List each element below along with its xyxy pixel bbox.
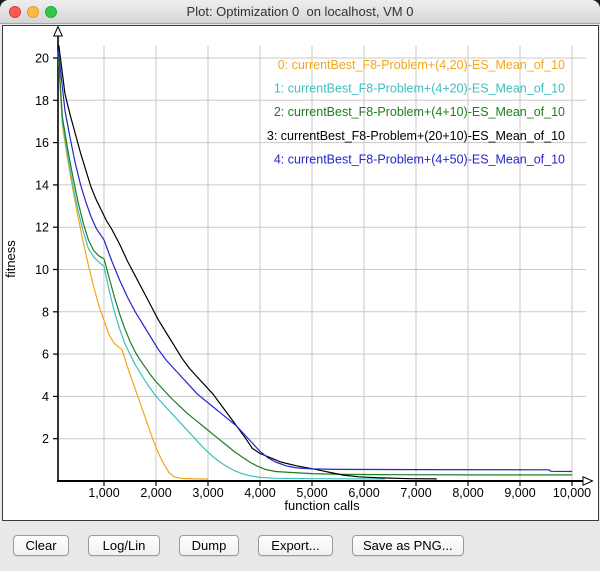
x-tick-label: 3,000 (192, 486, 223, 500)
x-tick-label: 10,000 (553, 486, 591, 500)
plot-toolbar: Clear Log/Lin Dump Export... Save as PNG… (13, 535, 464, 556)
clear-button[interactable]: Clear (13, 535, 69, 556)
save-as-png-button[interactable]: Save as PNG... (352, 535, 464, 556)
x-axis-arrow-icon (583, 477, 593, 485)
plot-panel: 24681012141618201,0002,0003,0004,0005,00… (2, 25, 599, 521)
y-tick-label: 4 (42, 390, 49, 404)
title-bar[interactable]: Plot: Optimization 0 on localhost, VM 0 (0, 0, 600, 24)
plot-canvas: 24681012141618201,0002,0003,0004,0005,00… (3, 26, 598, 520)
y-axis-title: fitness (3, 240, 18, 278)
x-tick-label: 7,000 (400, 486, 431, 500)
x-tick-label: 8,000 (452, 486, 483, 500)
dump-button[interactable]: Dump (179, 535, 239, 556)
legend-entry-4: 4: currentBest_F8-Problem+(4+50)-ES_Mean… (274, 152, 565, 166)
y-tick-label: 10 (35, 263, 49, 277)
y-tick-label: 20 (35, 52, 49, 66)
legend-entry-0: 0: currentBest_F8-Problem+(4,20)-ES_Mean… (278, 58, 565, 72)
export-button[interactable]: Export... (258, 535, 333, 556)
legend-entry-3: 3: currentBest_F8-Problem+(20+10)-ES_Mea… (267, 129, 565, 143)
y-tick-label: 14 (35, 178, 49, 192)
x-tick-label: 4,000 (244, 486, 275, 500)
x-tick-label: 9,000 (504, 486, 535, 500)
window-title: Plot: Optimization 0 on localhost, VM 0 (0, 0, 600, 23)
y-tick-label: 16 (35, 136, 49, 150)
plot-window: Plot: Optimization 0 on localhost, VM 0 … (0, 0, 600, 571)
y-tick-label: 2 (42, 432, 49, 446)
x-tick-label: 2,000 (140, 486, 171, 500)
series-line-0 (58, 52, 208, 479)
traffic-lights (9, 6, 57, 18)
x-tick-label: 1,000 (88, 486, 119, 500)
legend-entry-2: 2: currentBest_F8-Problem+(4+10)-ES_Mean… (274, 105, 565, 119)
y-tick-label: 6 (42, 348, 49, 362)
legend-entry-1: 1: currentBest_F8-Problem+(4+20)-ES_Mean… (274, 82, 565, 96)
log-lin-button[interactable]: Log/Lin (88, 535, 160, 556)
y-tick-label: 8 (42, 305, 49, 319)
y-tick-label: 12 (35, 221, 49, 235)
zoom-button[interactable] (45, 6, 57, 18)
minimize-button[interactable] (27, 6, 39, 18)
y-axis-arrow-icon (54, 27, 62, 37)
x-axis-title: function calls (284, 498, 360, 513)
y-tick-label: 18 (35, 94, 49, 108)
close-button[interactable] (9, 6, 21, 18)
